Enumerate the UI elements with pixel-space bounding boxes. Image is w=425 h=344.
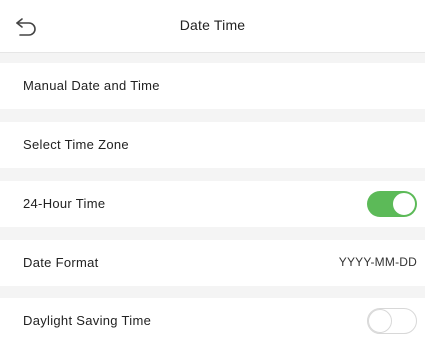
header-bar: Date Time <box>0 0 425 53</box>
page-title: Date Time <box>179 17 246 33</box>
toggle-knob <box>368 309 392 333</box>
select-time-zone-row[interactable]: Select Time Zone <box>0 122 425 168</box>
date-format-value: YYYY-MM-DD <box>338 255 417 269</box>
daylight-saving-time-toggle[interactable] <box>367 308 417 334</box>
24-hour-time-toggle[interactable] <box>367 191 417 217</box>
date-format-label: Date Format <box>23 255 99 270</box>
date-time-screen: Date Time Manual Date and Time Select Ti… <box>0 0 425 344</box>
daylight-saving-time-label: Daylight Saving Time <box>23 313 152 328</box>
date-format-row[interactable]: Date Format YYYY-MM-DD <box>0 240 425 286</box>
24-hour-time-row: 24-Hour Time <box>0 181 425 227</box>
manual-date-time-row[interactable]: Manual Date and Time <box>0 63 425 109</box>
24-hour-time-label: 24-Hour Time <box>23 196 106 211</box>
toggle-knob <box>392 192 416 216</box>
manual-date-time-label: Manual Date and Time <box>23 78 160 93</box>
select-time-zone-label: Select Time Zone <box>23 137 129 152</box>
daylight-saving-time-row: Daylight Saving Time <box>0 298 425 344</box>
